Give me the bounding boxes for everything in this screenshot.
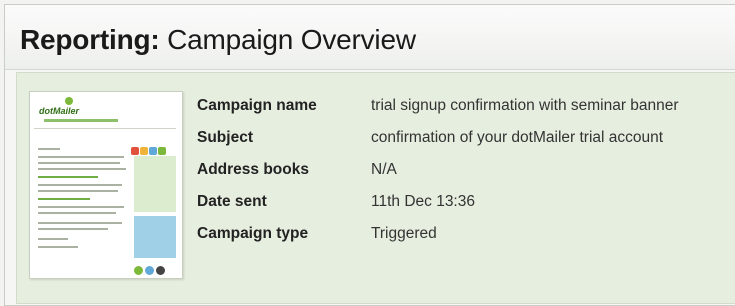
campaign-name-value: trial signup confirmation with seminar b… bbox=[371, 97, 679, 114]
tagline-bar bbox=[44, 119, 118, 122]
text-line bbox=[38, 190, 118, 192]
campaign-type-value: Triggered bbox=[371, 225, 437, 242]
sidebar-block bbox=[134, 156, 176, 212]
text-line bbox=[38, 228, 108, 230]
campaign-name-label: Campaign name bbox=[197, 97, 317, 114]
text-line bbox=[38, 168, 126, 170]
footer-icons bbox=[134, 262, 174, 275]
text-line bbox=[38, 246, 78, 248]
text-line bbox=[38, 222, 122, 224]
subject-label: Subject bbox=[197, 129, 253, 146]
address-books-value: N/A bbox=[371, 161, 397, 178]
text-line bbox=[38, 206, 124, 208]
logo-dot-icon bbox=[65, 97, 73, 105]
link-line bbox=[38, 176, 98, 178]
text-line bbox=[38, 162, 120, 164]
subject-value: confirmation of your dotMailer trial acc… bbox=[371, 129, 664, 146]
link-line bbox=[38, 198, 90, 200]
text-line bbox=[38, 156, 124, 158]
page-header: Reporting: Campaign Overview bbox=[5, 5, 735, 70]
banner-art-icon bbox=[131, 142, 173, 155]
address-books-label: Address books bbox=[197, 161, 309, 178]
text-line bbox=[38, 212, 116, 214]
text-line bbox=[38, 184, 122, 186]
page-title: Reporting: Campaign Overview bbox=[20, 24, 416, 56]
campaign-type-label: Campaign type bbox=[197, 225, 309, 242]
date-sent-label: Date sent bbox=[197, 193, 267, 210]
text-line bbox=[38, 238, 68, 240]
logo-icon: dotMailer bbox=[39, 106, 80, 116]
page-title-prefix: Reporting: bbox=[20, 24, 160, 55]
text-line bbox=[38, 148, 60, 150]
date-sent-value: 11th Dec 13:36 bbox=[371, 193, 475, 210]
promo-block bbox=[134, 216, 176, 258]
divider bbox=[34, 128, 176, 129]
page-title-text: Campaign Overview bbox=[167, 24, 416, 55]
email-preview-thumbnail[interactable]: dotMailer bbox=[29, 91, 183, 279]
